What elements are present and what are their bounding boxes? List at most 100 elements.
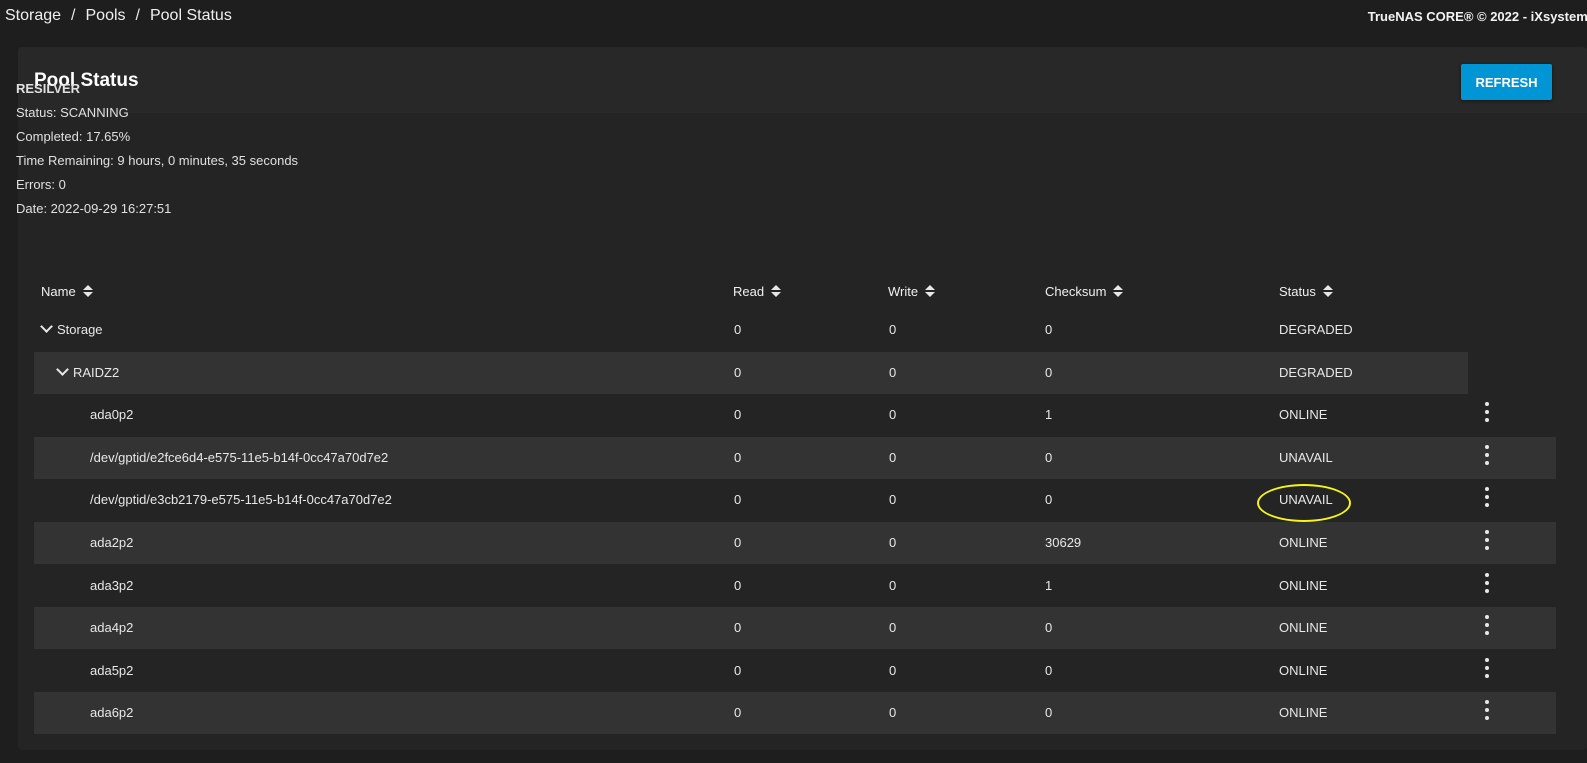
kebab-dot — [1485, 453, 1489, 457]
row-write: 0 — [889, 450, 897, 465]
more-vert-icon[interactable] — [1482, 658, 1492, 678]
row-write: 0 — [889, 578, 897, 593]
kebab-dot — [1485, 546, 1489, 550]
column-header-label: Checksum — [1045, 284, 1107, 299]
kebab-dot — [1485, 418, 1489, 422]
row-name-label: ada5p2 — [90, 663, 134, 678]
row-checksum: 1 — [1045, 407, 1053, 422]
more-vert-icon[interactable] — [1482, 402, 1492, 422]
column-header-checksum[interactable]: Checksum — [1045, 284, 1124, 299]
row-read: 0 — [734, 492, 742, 507]
column-header-write[interactable]: Write — [888, 284, 936, 299]
row-name-label: /dev/gptid/e3cb2179-e575-11e5-b14f-0cc47… — [90, 492, 392, 507]
more-vert-icon[interactable] — [1482, 487, 1492, 507]
row-name: ada5p2 — [90, 650, 133, 692]
row-name: ada3p2 — [90, 565, 133, 607]
more-vert-icon[interactable] — [1482, 615, 1492, 635]
breadcrumb-separator: / — [71, 7, 76, 24]
row-status: ONLINE — [1279, 663, 1328, 678]
row-read: 0 — [734, 578, 742, 593]
kebab-dot — [1485, 573, 1489, 577]
table-row[interactable]: ada4p2 0 0 0 ONLINE — [34, 607, 1556, 649]
kebab-dot — [1485, 503, 1489, 507]
breadcrumb-separator: / — [135, 7, 140, 24]
row-checksum: 0 — [1045, 620, 1053, 635]
row-checksum: 0 — [1045, 450, 1053, 465]
kebab-dot — [1485, 581, 1489, 585]
sort-icon — [82, 284, 93, 299]
more-vert-icon[interactable] — [1482, 445, 1492, 465]
kebab-dot — [1485, 631, 1489, 635]
breadcrumb-storage[interactable]: Storage — [5, 7, 61, 25]
row-read: 0 — [734, 663, 742, 678]
scan-info: RESILVER Status: SCANNING Completed: 17.… — [16, 77, 298, 221]
column-header-label: Write — [888, 284, 919, 299]
table-row[interactable]: ada5p2 0 0 0 ONLINE — [34, 650, 1556, 692]
refresh-button[interactable]: REFRESH — [1461, 64, 1552, 100]
chevron-down-icon[interactable] — [56, 363, 69, 376]
row-checksum: 0 — [1045, 663, 1053, 678]
row-name: /dev/gptid/e3cb2179-e575-11e5-b14f-0cc47… — [90, 479, 392, 521]
row-read: 0 — [734, 620, 742, 635]
row-write: 0 — [889, 322, 897, 337]
scan-time-remaining: Time Remaining: 9 hours, 0 minutes, 35 s… — [16, 153, 299, 168]
kebab-dot — [1485, 623, 1489, 627]
table-row[interactable]: ada0p2 0 0 1 ONLINE — [34, 394, 1556, 436]
row-name-label: Storage — [57, 322, 103, 337]
row-read: 0 — [734, 705, 742, 720]
more-vert-icon[interactable] — [1482, 700, 1492, 720]
row-checksum: 0 — [1045, 365, 1053, 380]
table-row[interactable]: RAIDZ2 0 0 0 DEGRADED — [34, 352, 1468, 394]
kebab-dot — [1485, 589, 1489, 593]
row-write: 0 — [889, 535, 897, 550]
row-status: ONLINE — [1279, 705, 1328, 720]
kebab-dot — [1485, 615, 1489, 619]
more-vert-icon[interactable] — [1482, 530, 1492, 550]
scan-status: Status: SCANNING — [16, 105, 129, 120]
table-row[interactable]: ada3p2 0 0 1 ONLINE — [34, 565, 1556, 607]
row-write: 0 — [889, 705, 897, 720]
kebab-dot — [1485, 658, 1489, 662]
copyright-text[interactable]: TrueNAS CORE® © 2022 - iXsystems — [1368, 9, 1587, 24]
row-status: ONLINE — [1279, 407, 1328, 422]
row-write: 0 — [889, 663, 897, 678]
top-bar: Storage / Pools / Pool Status TrueNAS CO… — [0, 0, 1587, 36]
scan-heading: RESILVER — [16, 81, 81, 96]
chevron-down-icon[interactable] — [40, 320, 53, 333]
breadcrumb-pool-status: Pool Status — [149, 7, 232, 24]
row-name[interactable]: Storage — [40, 309, 103, 351]
row-read: 0 — [734, 322, 742, 337]
column-header-status[interactable]: Status — [1279, 284, 1333, 299]
row-read: 0 — [734, 365, 742, 380]
table-row[interactable]: ada6p2 0 0 0 ONLINE — [34, 692, 1556, 734]
sort-icon — [1322, 284, 1333, 299]
row-name[interactable]: RAIDZ2 — [56, 352, 120, 394]
row-write: 0 — [889, 492, 897, 507]
table-row[interactable]: /dev/gptid/e3cb2179-e575-11e5-b14f-0cc47… — [34, 479, 1556, 521]
row-status: ONLINE — [1279, 620, 1328, 635]
row-name-label: RAIDZ2 — [73, 365, 120, 380]
scan-errors: Errors: 0 — [16, 177, 66, 192]
row-checksum: 0 — [1045, 705, 1053, 720]
row-write: 0 — [889, 620, 897, 635]
kebab-dot — [1485, 674, 1489, 678]
row-checksum: 0 — [1045, 492, 1053, 507]
row-checksum: 30629 — [1045, 535, 1082, 550]
row-status: ONLINE — [1279, 578, 1328, 593]
table-row[interactable]: Storage 0 0 0 DEGRADED — [34, 309, 1468, 351]
column-header-read[interactable]: Read — [733, 284, 782, 299]
table-row[interactable]: /dev/gptid/e2fce6d4-e575-11e5-b14f-0cc47… — [34, 437, 1556, 479]
kebab-dot — [1485, 410, 1489, 414]
sort-icon — [771, 284, 782, 299]
row-name: ada2p2 — [90, 522, 133, 564]
row-name-label: /dev/gptid/e2fce6d4-e575-11e5-b14f-0cc47… — [90, 450, 389, 465]
breadcrumb-pools[interactable]: Pools — [86, 7, 126, 25]
column-header-name[interactable]: Name — [41, 284, 93, 299]
row-name-label: ada2p2 — [90, 535, 134, 550]
more-vert-icon[interactable] — [1482, 573, 1492, 593]
kebab-dot — [1485, 495, 1489, 499]
kebab-dot — [1485, 538, 1489, 542]
kebab-dot — [1485, 461, 1489, 465]
row-checksum: 1 — [1045, 578, 1053, 593]
table-row[interactable]: ada2p2 0 0 30629 ONLINE — [34, 522, 1556, 564]
